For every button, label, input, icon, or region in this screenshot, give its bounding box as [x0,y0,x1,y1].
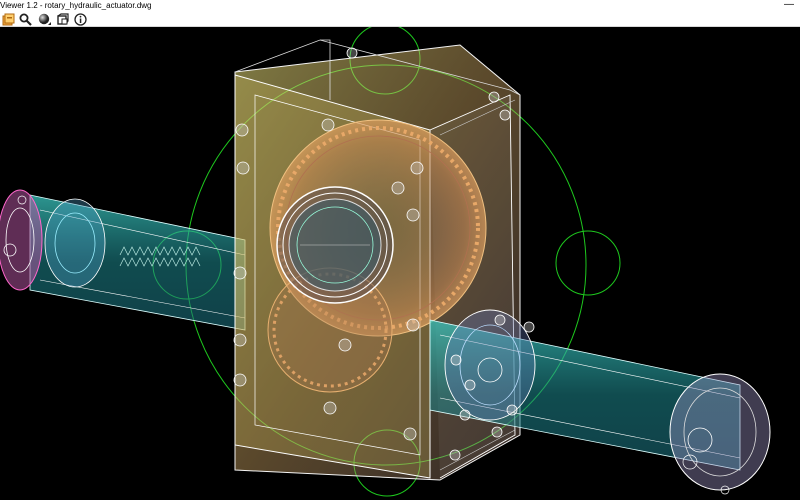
actuator-wireframe-model[interactable] [0,27,800,500]
view-cube-icon[interactable] [55,12,69,26]
zoom-icon[interactable] [18,12,32,26]
toolbar [0,11,800,27]
info-icon[interactable] [73,12,87,26]
window-title: Viewer 1.2 - rotary_hydraulic_actuator.d… [0,1,152,10]
left-cylinder [29,194,246,331]
output-shaft-bore [276,186,394,304]
left-end-cap [0,189,43,291]
title-bar: Viewer 1.2 - rotary_hydraulic_actuator.d… [0,0,800,11]
open-file-icon[interactable] [1,12,15,26]
shading-mode-icon[interactable] [37,12,51,26]
minimize-button[interactable]: — [784,0,794,10]
cad-viewer-window: Viewer 1.2 - rotary_hydraulic_actuator.d… [0,0,800,500]
right-end-cap [669,373,771,495]
3d-viewport[interactable] [0,27,800,500]
